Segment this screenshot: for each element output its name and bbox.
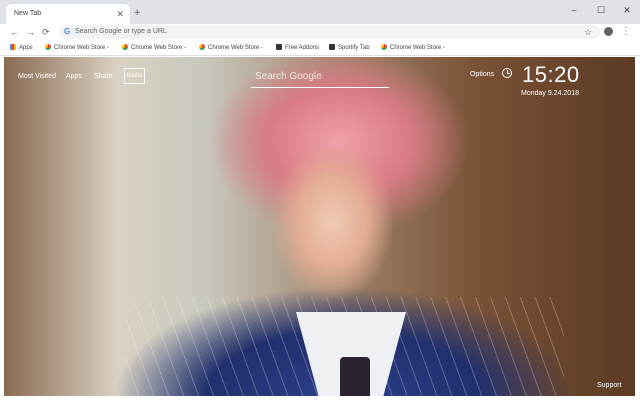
- minimize-icon[interactable]: –: [565, 4, 583, 16]
- bookmark-chrome-web-store-2[interactable]: Chrome Web Store -: [122, 40, 186, 56]
- most-visited-link[interactable]: Most Visited: [18, 71, 56, 83]
- google-search-input[interactable]: [251, 66, 389, 87]
- maximize-icon[interactable]: ☐: [592, 4, 610, 16]
- bookmark-chrome-web-store-1[interactable]: Chrome Web Store -: [45, 40, 109, 56]
- clock-time: 15:20: [522, 62, 580, 87]
- support-link[interactable]: Support: [597, 381, 622, 391]
- bookmark-apps[interactable]: Apps: [10, 40, 33, 56]
- omnibox-placeholder[interactable]: Search Google or type a URL: [75, 25, 167, 39]
- google-search-box: [251, 66, 389, 88]
- tab-strip: New Tab ✕ + – ☐ ✕: [0, 0, 640, 24]
- chrome-web-store-icon: [45, 44, 51, 51]
- back-icon[interactable]: ←: [10, 25, 19, 39]
- bookmark-sportify-tab[interactable]: Sportify Tab: [329, 40, 370, 56]
- background-photo-tie: [340, 357, 370, 396]
- bookmark-chrome-web-store-4[interactable]: Chrome Web Store -: [381, 40, 445, 56]
- clock-date: Monday 9.24.2018: [521, 90, 579, 97]
- chrome-web-store-icon: [199, 44, 205, 51]
- bookmark-chrome-web-store-3[interactable]: Chrome Web Store -: [199, 40, 263, 56]
- share-link[interactable]: Share: [94, 71, 113, 83]
- tab-title: New Tab: [14, 10, 42, 17]
- browser-toolbar: ← → ⟳ G Search Google or type a URL ☆ ⋮: [0, 24, 640, 40]
- chrome-menu-icon[interactable]: ⋮: [621, 25, 631, 39]
- profile-avatar-icon[interactable]: [604, 27, 613, 36]
- window-close-icon[interactable]: ✕: [618, 4, 636, 16]
- tab-close-icon[interactable]: ✕: [116, 4, 124, 24]
- free-addons-icon: [276, 44, 282, 51]
- reload-icon[interactable]: ⟳: [42, 25, 50, 39]
- bookmarks-bar: Apps Chrome Web Store - Chrome Web Store…: [0, 40, 640, 56]
- tab-new-tab[interactable]: New Tab ✕: [6, 4, 130, 24]
- radio-button[interactable]: Radio: [124, 68, 145, 84]
- chrome-web-store-icon: [381, 44, 387, 51]
- bookmark-free-addons[interactable]: Free Addons: [276, 40, 319, 56]
- new-tab-button[interactable]: +: [134, 6, 140, 20]
- apps-link[interactable]: Apps: [66, 71, 82, 83]
- google-icon: G: [64, 27, 71, 36]
- apps-grid-icon: [10, 44, 16, 51]
- sportify-tab-icon: [329, 44, 335, 51]
- options-link[interactable]: Options: [470, 69, 494, 81]
- new-tab-page: Most Visited Apps Share Radio Options 15…: [4, 57, 635, 396]
- clock-icon[interactable]: [502, 68, 512, 78]
- omnibox[interactable]: G Search Google or type a URL: [60, 25, 600, 39]
- forward-icon[interactable]: →: [26, 25, 35, 39]
- chrome-web-store-icon: [122, 44, 128, 51]
- bookmark-star-icon[interactable]: ☆: [584, 26, 592, 38]
